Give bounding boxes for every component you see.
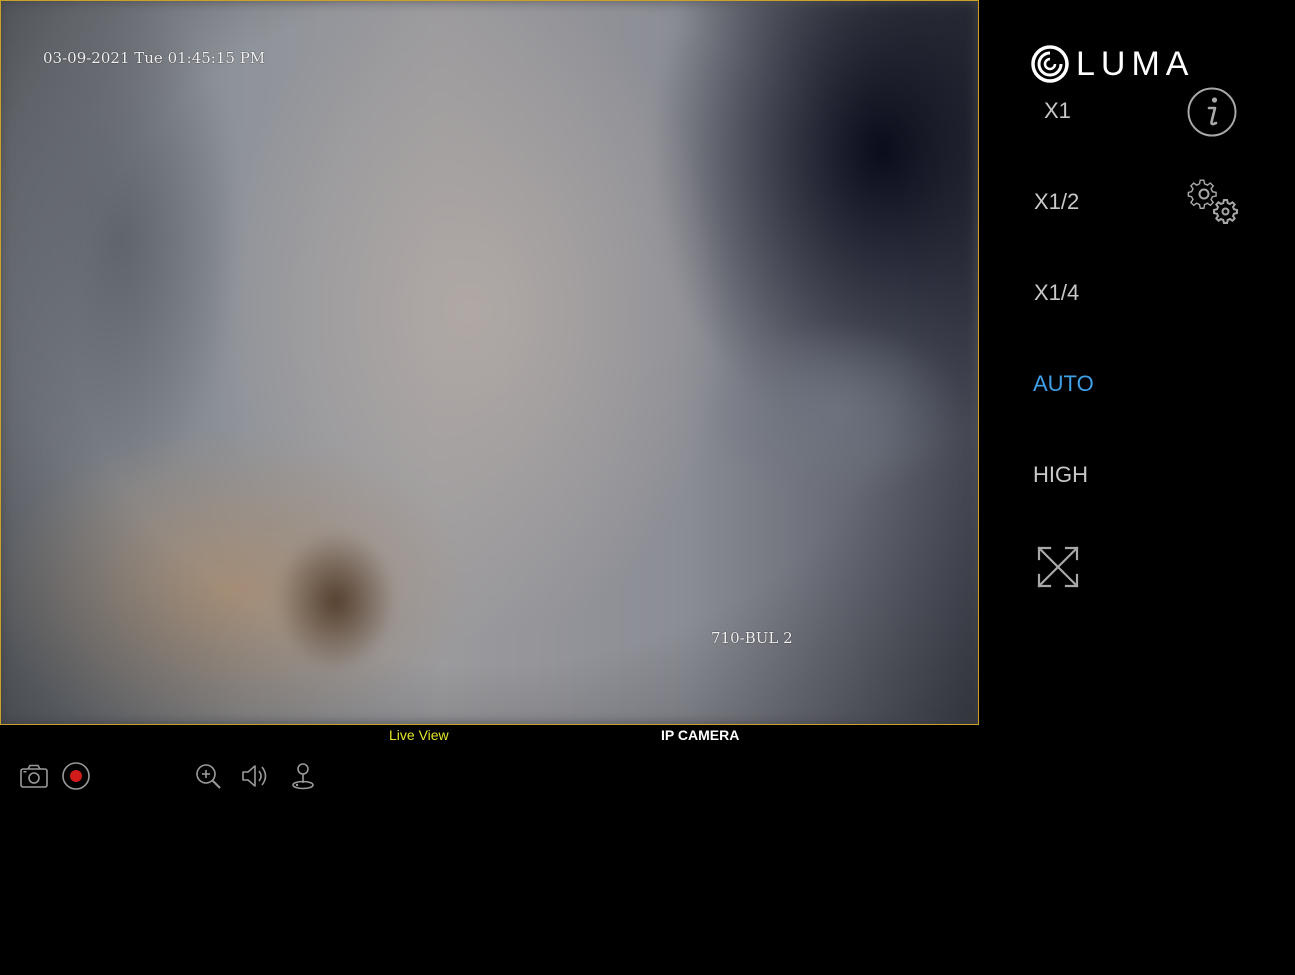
ptz-joystick-icon xyxy=(292,763,314,790)
stream-high-button[interactable]: HIGH xyxy=(1033,462,1088,488)
stream-x1-2-button[interactable]: X1/2 xyxy=(1034,189,1079,215)
fullscreen-icon xyxy=(1037,546,1079,588)
logo-text: LUMA xyxy=(1076,44,1195,83)
info-icon xyxy=(1187,87,1237,137)
stream-auto-button[interactable]: AUTO xyxy=(1033,371,1094,397)
camera-icon xyxy=(20,764,48,788)
info-button[interactable] xyxy=(1186,86,1238,143)
tab-live-view[interactable]: Live View xyxy=(389,727,449,743)
ptz-button[interactable] xyxy=(287,760,319,792)
tab-ip-camera[interactable]: IP CAMERA xyxy=(661,727,739,743)
osd-timestamp: 03-09-2021 Tue 01:45:15 PM xyxy=(43,49,266,67)
zoom-in-icon xyxy=(196,764,221,789)
stream-x1-4-button[interactable]: X1/4 xyxy=(1034,280,1079,306)
stream-x1-button[interactable]: X1 xyxy=(1044,98,1071,124)
record-button[interactable] xyxy=(60,760,92,792)
snapshot-button[interactable] xyxy=(18,760,50,792)
video-viewport[interactable]: 03-09-2021 Tue 01:45:15 PM 710-BUL 2 xyxy=(0,0,979,725)
speaker-icon xyxy=(242,765,267,787)
settings-button[interactable] xyxy=(1186,176,1240,231)
luma-logo: LUMA xyxy=(1030,44,1194,84)
settings-icon xyxy=(1187,179,1238,224)
luma-swirl-icon xyxy=(1031,45,1069,83)
record-icon xyxy=(62,762,90,790)
digital-zoom-button[interactable] xyxy=(192,760,224,792)
fullscreen-button[interactable] xyxy=(1036,545,1080,594)
audio-button[interactable] xyxy=(239,760,271,792)
osd-camera-name: 710-BUL 2 xyxy=(711,629,793,647)
feed-vignette xyxy=(1,1,978,724)
